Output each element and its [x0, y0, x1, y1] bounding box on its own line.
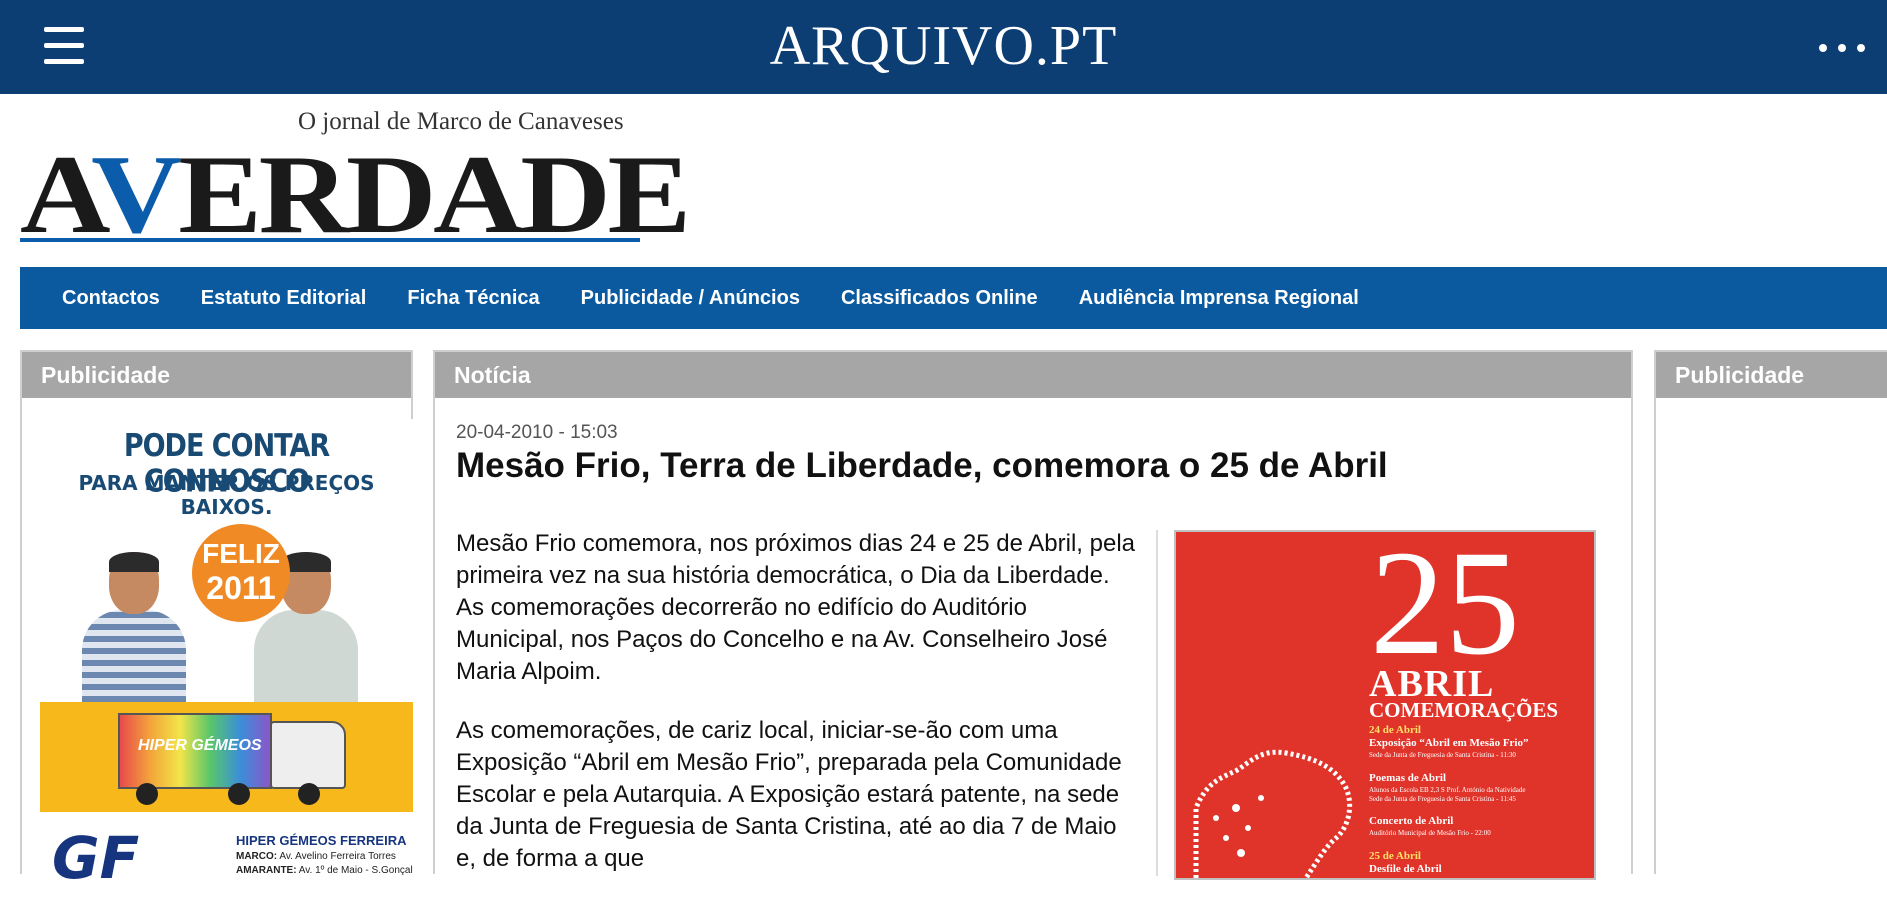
poster-item2: Poemas de Abril: [1369, 772, 1446, 784]
article-poster-image[interactable]: 25 ABRIL COMEMORAÇÕES 24 de Abril Exposi…: [1174, 530, 1596, 880]
left-ad-panel: Publicidade PODE CONTAR CONNOSCO PARA MA…: [20, 350, 413, 879]
ad-truck-image: HIPER GÉMEOS: [118, 713, 350, 805]
article-paragraph: Mesão Frio comemora, nos próximos dias 2…: [456, 530, 1135, 685]
poster-item2-sub: Alunos da Escola EB 2,3 S Prof. António …: [1369, 786, 1526, 794]
ad-badge-line2: 2011: [206, 570, 276, 606]
ad-headline-2: PARA MANTER OS PREÇOS BAIXOS.: [78, 471, 375, 519]
arquivo-brand-logo[interactable]: ARQUIVO.PT: [0, 14, 1887, 78]
poster-item1: Exposição “Abril em Mesão Frio”: [1369, 737, 1529, 749]
right-ad-panel: Publicidade: [1654, 350, 1887, 874]
poster-day1: 24 de Abril: [1369, 724, 1421, 736]
nav-estatuto-editorial[interactable]: Estatuto Editorial: [201, 287, 367, 310]
poster-number: 25: [1370, 530, 1520, 686]
portugal-map-outline: [1193, 749, 1353, 878]
advertisement-banner[interactable]: PODE CONTAR CONNOSCO PARA MANTER OS PREÇ…: [40, 419, 413, 879]
ad-badge-line1: FELIZ: [202, 538, 280, 569]
poster-comemoracoes: COMEMORAÇÕES: [1369, 698, 1558, 722]
news-panel-title: Notícia: [435, 352, 1631, 398]
news-panel: Notícia 20-04-2010 - 15:03 Mesão Frio, T…: [433, 350, 1633, 880]
poster-item3: Concerto de Abril: [1369, 815, 1454, 827]
poster-item3-sub: Auditório Municipal de Mesão Frio - 22:0…: [1369, 829, 1491, 837]
ad-person-left: [82, 552, 186, 702]
newspaper-logo: AVERDADE: [20, 139, 691, 251]
ad-brand-name: HIPER GÉMEOS FERREIRA: [236, 833, 407, 848]
article-paragraph: As comemorações, de cariz local, iniciar…: [456, 717, 1122, 872]
ad-address-amarante: AMARANTE: Av. 1º de Maio - S.Gonçalo: [236, 865, 413, 876]
masthead-underline: [20, 238, 640, 242]
newspaper-masthead[interactable]: O jornal de Marco de Canaveses AVERDADE: [20, 100, 691, 251]
poster-item1-sub: Sede da Junta de Freguesia de Santa Cris…: [1369, 751, 1516, 759]
article-divider: [1156, 530, 1158, 876]
nav-audiencia-imprensa-regional[interactable]: Audiência Imprensa Regional: [1079, 287, 1359, 310]
ad-new-year-badge: FELIZ 2011: [192, 524, 290, 622]
poster-day2: 25 de Abril: [1369, 850, 1421, 862]
main-nav: Contactos Estatuto Editorial Ficha Técni…: [20, 267, 1887, 329]
nav-publicidade-anuncios[interactable]: Publicidade / Anúncios: [581, 287, 800, 310]
top-bar: ARQUIVO.PT: [0, 0, 1887, 94]
nav-classificados-online[interactable]: Classificados Online: [841, 287, 1038, 310]
masthead-tagline: O jornal de Marco de Canaveses: [298, 108, 624, 135]
nav-contactos[interactable]: Contactos: [62, 287, 160, 310]
right-panel-title: Publicidade: [1656, 352, 1887, 398]
poster-item2-sub2: Sede da Junta de Freguesia de Santa Cris…: [1369, 795, 1516, 803]
article-date: 20-04-2010 - 15:03: [456, 422, 618, 443]
ad-truck-text: HIPER GÉMEOS: [138, 737, 262, 754]
ad-gf-logo: GF: [52, 824, 140, 879]
poster-item4: Desfile de Abril: [1369, 863, 1442, 875]
article-body: Mesão Frio comemora, nos próximos dias 2…: [456, 528, 1141, 902]
ad-address-marco: MARCO: Av. Avelino Ferreira Torres: [236, 851, 396, 862]
article-headline: Mesão Frio, Terra de Liberdade, comemora…: [456, 446, 1388, 485]
nav-ficha-tecnica[interactable]: Ficha Técnica: [407, 287, 539, 310]
more-dots-icon[interactable]: [1819, 44, 1865, 52]
left-panel-title: Publicidade: [22, 352, 411, 398]
